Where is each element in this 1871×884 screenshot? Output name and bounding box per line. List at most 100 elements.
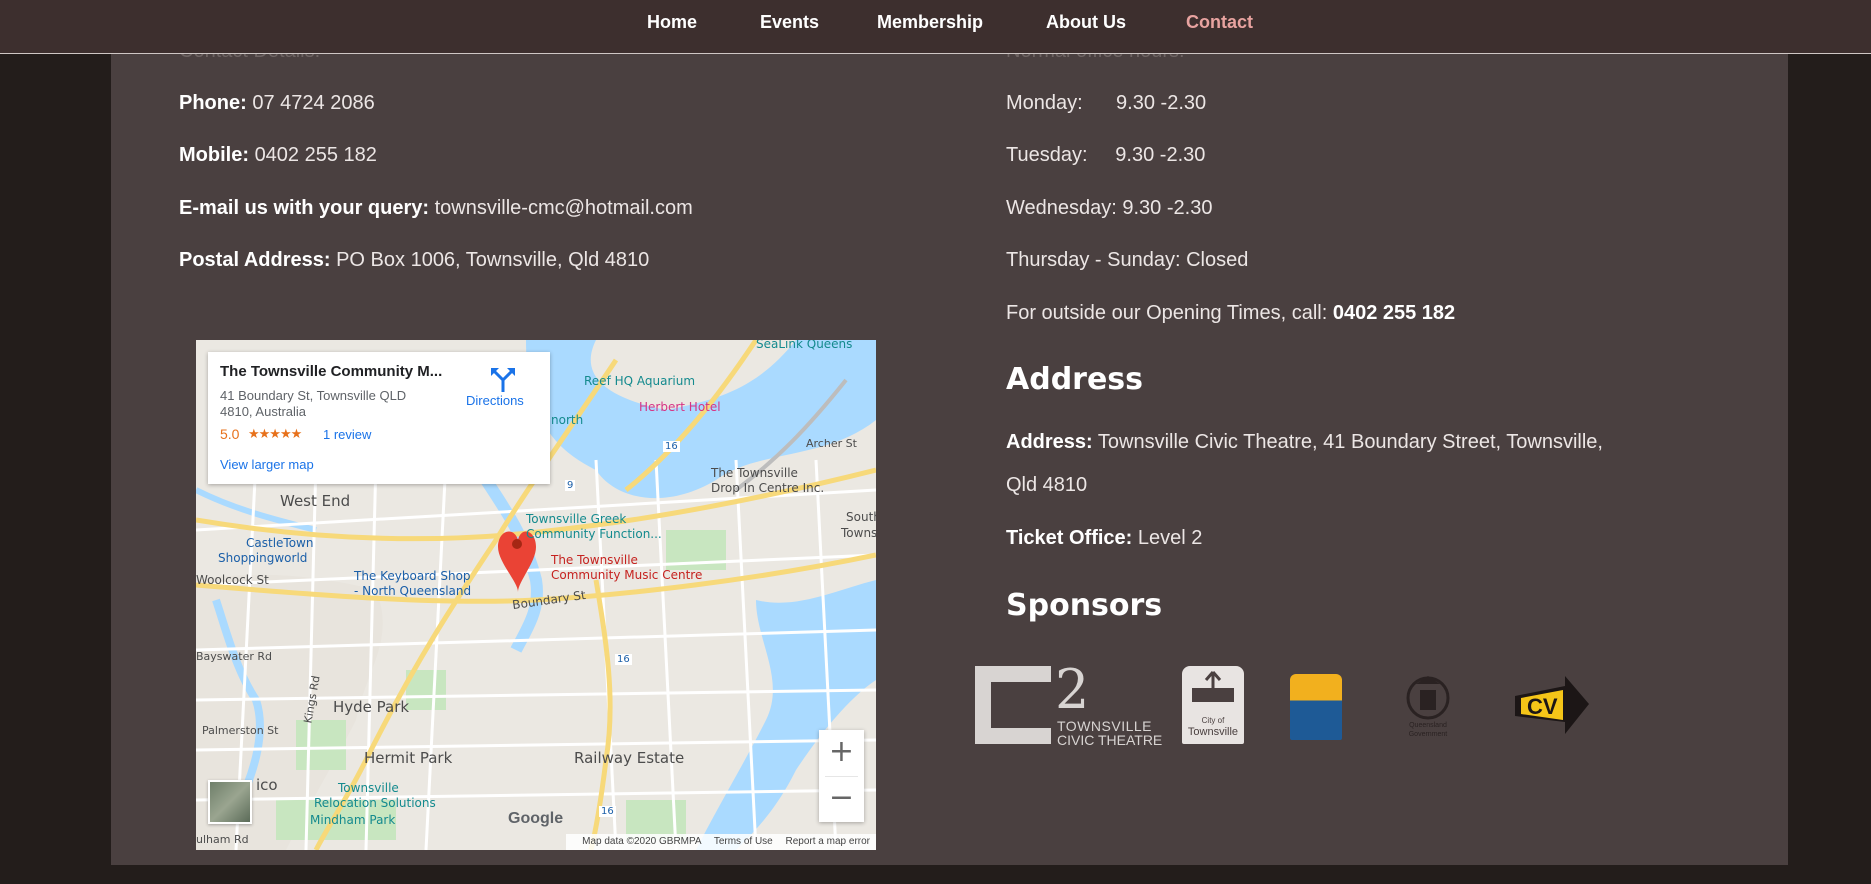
address-heading: Address <box>1006 362 1144 397</box>
ticket-value: Level 2 <box>1137 527 1203 549</box>
sponsor-qld-government-logo[interactable]: Queensland Government <box>1402 674 1454 740</box>
hours-wednesday: Wednesday: 9.30 -2.30 <box>1006 197 1213 219</box>
nav-membership[interactable]: Membership <box>877 12 983 33</box>
place-title: The Townsville Community M... <box>220 363 443 380</box>
directions-label[interactable]: Directions <box>466 393 524 408</box>
email-row: E-mail us with your query: townsville-cm… <box>179 197 693 220</box>
map-label-archer-st: Archer St <box>806 437 857 450</box>
postal-row: Postal Address: PO Box 1006, Townsville,… <box>179 249 649 272</box>
address-label: Address: <box>1006 431 1093 453</box>
nav-contact[interactable]: Contact <box>1186 12 1253 33</box>
map-label-keyboard-2: - North Queensland <box>354 584 472 598</box>
route-16-shield-south: 16 <box>599 806 616 817</box>
address-line1: Townsville Civic Theatre, 41 Boundary St… <box>1097 431 1603 453</box>
map-label-herbert-hotel: Herbert Hotel <box>639 400 721 414</box>
svg-text:CV: CV <box>1527 694 1558 719</box>
map-label-north: north <box>551 413 584 427</box>
cv-arrow-icon: CV <box>1515 676 1589 734</box>
map-label-south-2: Townsv <box>841 526 876 540</box>
sponsor-city-of-townsville-logo[interactable]: City of Townsville <box>1182 666 1244 744</box>
city-logo-line1: City of <box>1201 716 1225 725</box>
palm-tree-icon <box>1192 671 1234 702</box>
map-label-relocation-1: Townsville <box>338 781 399 795</box>
terms-of-use-link[interactable]: Terms of Use <box>714 836 773 847</box>
map-data-credit: Map data ©2020 GBRMPA <box>582 836 702 847</box>
map-label-south-1: South <box>846 510 876 524</box>
civic-theatre-bracket-icon <box>975 666 1051 744</box>
map-label-relocation-2: Relocation Solutions <box>314 796 436 810</box>
google-map[interactable]: SeaLink Queens Reef HQ Aquarium Herbert … <box>196 340 876 850</box>
directions-icon[interactable] <box>490 366 516 392</box>
sponsor-civic-theatre-logo[interactable]: 2 TOWNSVILLE CIVIC THEATRE <box>975 658 1170 748</box>
civic-theatre-line2: CIVIC THEATRE <box>1057 732 1163 748</box>
map-label-hermit-park: Hermit Park <box>364 749 453 767</box>
sponsor-city-gold-logo[interactable] <box>1290 674 1342 740</box>
map-label-bayswater-rd: Bayswater Rd <box>196 650 272 663</box>
map-label-hyde-park: Hyde Park <box>333 698 410 716</box>
map-label-palmerston-st: Palmerston St <box>202 724 279 737</box>
postal-value: PO Box 1006, Townsville, Qld 4810 <box>336 249 650 271</box>
map-label-greek-1: Townsville Greek <box>526 512 627 526</box>
place-info-card: The Townsville Community M... 41 Boundar… <box>208 352 550 484</box>
map-label-west-end: West End <box>280 492 351 510</box>
qld-logo-line1: Queensland <box>1409 722 1447 729</box>
map-label-castletown-1: CastleTown <box>246 536 314 550</box>
mobile-label: Mobile: <box>179 144 249 166</box>
qld-crest-icon <box>1406 676 1450 720</box>
route-16-shield-mid: 16 <box>615 654 632 665</box>
place-address: 41 Boundary St, Townsville QLD 4810, Aus… <box>220 388 407 419</box>
map-attribution-bar: Map data ©2020 GBRMPA Terms of Use Repor… <box>566 834 876 850</box>
sponsor-cv-logo[interactable]: CV <box>1511 676 1589 738</box>
civic-theatre-mark: 2 <box>1055 658 1090 721</box>
email-label: E-mail us with your query: <box>179 197 430 219</box>
map-label-drop-in-2: Drop In Centre Inc. <box>711 481 825 495</box>
zoom-out-button[interactable]: − <box>819 776 864 822</box>
city-logo-line2: Townsville <box>1187 726 1239 738</box>
ticket-row: Ticket Office: Level 2 <box>1006 527 1202 550</box>
outside-hours-text: For outside our Opening Times, call: <box>1006 302 1328 324</box>
mobile-row: Mobile: 0402 255 182 <box>179 144 377 167</box>
hours-tuesday: Tuesday: 9.30 -2.30 <box>1006 144 1206 166</box>
view-larger-map-link[interactable]: View larger map <box>220 457 314 472</box>
address-row: Address: Townsville Civic Theatre, 41 Bo… <box>1006 431 1603 454</box>
outside-hours-row: For outside our Opening Times, call: 040… <box>1006 302 1455 325</box>
nav-events[interactable]: Events <box>760 12 819 33</box>
map-label-keyboard-1: The Keyboard Shop <box>354 569 471 583</box>
outside-hours-number[interactable]: 0402 255 182 <box>1333 302 1455 324</box>
map-label-tcmc-1: The Townsville <box>551 553 638 567</box>
zoom-controls: + − <box>819 730 864 822</box>
hours-monday: Monday: 9.30 -2.30 <box>1006 92 1207 114</box>
mobile-value[interactable]: 0402 255 182 <box>255 144 377 166</box>
map-label-mindham-park: Mindham Park <box>310 813 396 827</box>
map-label-drop-in-1: The Townsville <box>711 466 798 480</box>
google-logo: Google <box>508 810 564 827</box>
map-label-railway-estate: Railway Estate <box>574 749 685 767</box>
phone-row: Phone: 07 4724 2086 <box>179 92 375 115</box>
route-9-shield: 9 <box>565 480 576 491</box>
address-line2: Qld 4810 <box>1006 474 1088 496</box>
place-rating: 5.0 <box>220 426 240 442</box>
ticket-label: Ticket Office: <box>1006 527 1133 549</box>
map-label-tcmc-2: Community Music Centre <box>551 568 703 582</box>
nav-home[interactable]: Home <box>647 12 697 33</box>
map-label-woolcock-st: Woolcock St <box>196 573 269 587</box>
report-map-error-link[interactable]: Report a map error <box>786 836 870 847</box>
rating-stars-icon: ★★★★★ <box>248 426 302 441</box>
postal-label: Postal Address: <box>179 249 331 271</box>
email-link[interactable]: townsville-cmc@hotmail.com <box>435 197 693 219</box>
review-link[interactable]: 1 review <box>323 427 371 442</box>
sponsors-heading: Sponsors <box>1006 588 1163 623</box>
zoom-in-button[interactable]: + <box>819 730 864 776</box>
phone-label: Phone: <box>179 92 247 114</box>
top-navbar: Home Events Membership About Us Contact <box>0 0 1871 54</box>
map-label-ico: ico <box>256 776 278 794</box>
hours-thu-sun: Thursday - Sunday: Closed <box>1006 249 1249 271</box>
map-label-greek-2: Community Function... <box>526 527 662 541</box>
route-16-shield-north: 16 <box>663 441 680 452</box>
satellite-toggle-thumbnail[interactable] <box>208 780 252 824</box>
nav-about-us[interactable]: About Us <box>1046 12 1126 33</box>
map-label-reef-hq: Reef HQ Aquarium <box>584 374 696 388</box>
map-label-ulham-rd: ulham Rd <box>196 833 249 846</box>
map-label-castletown-2: Shoppingworld <box>218 551 308 565</box>
phone-value[interactable]: 07 4724 2086 <box>252 92 374 114</box>
